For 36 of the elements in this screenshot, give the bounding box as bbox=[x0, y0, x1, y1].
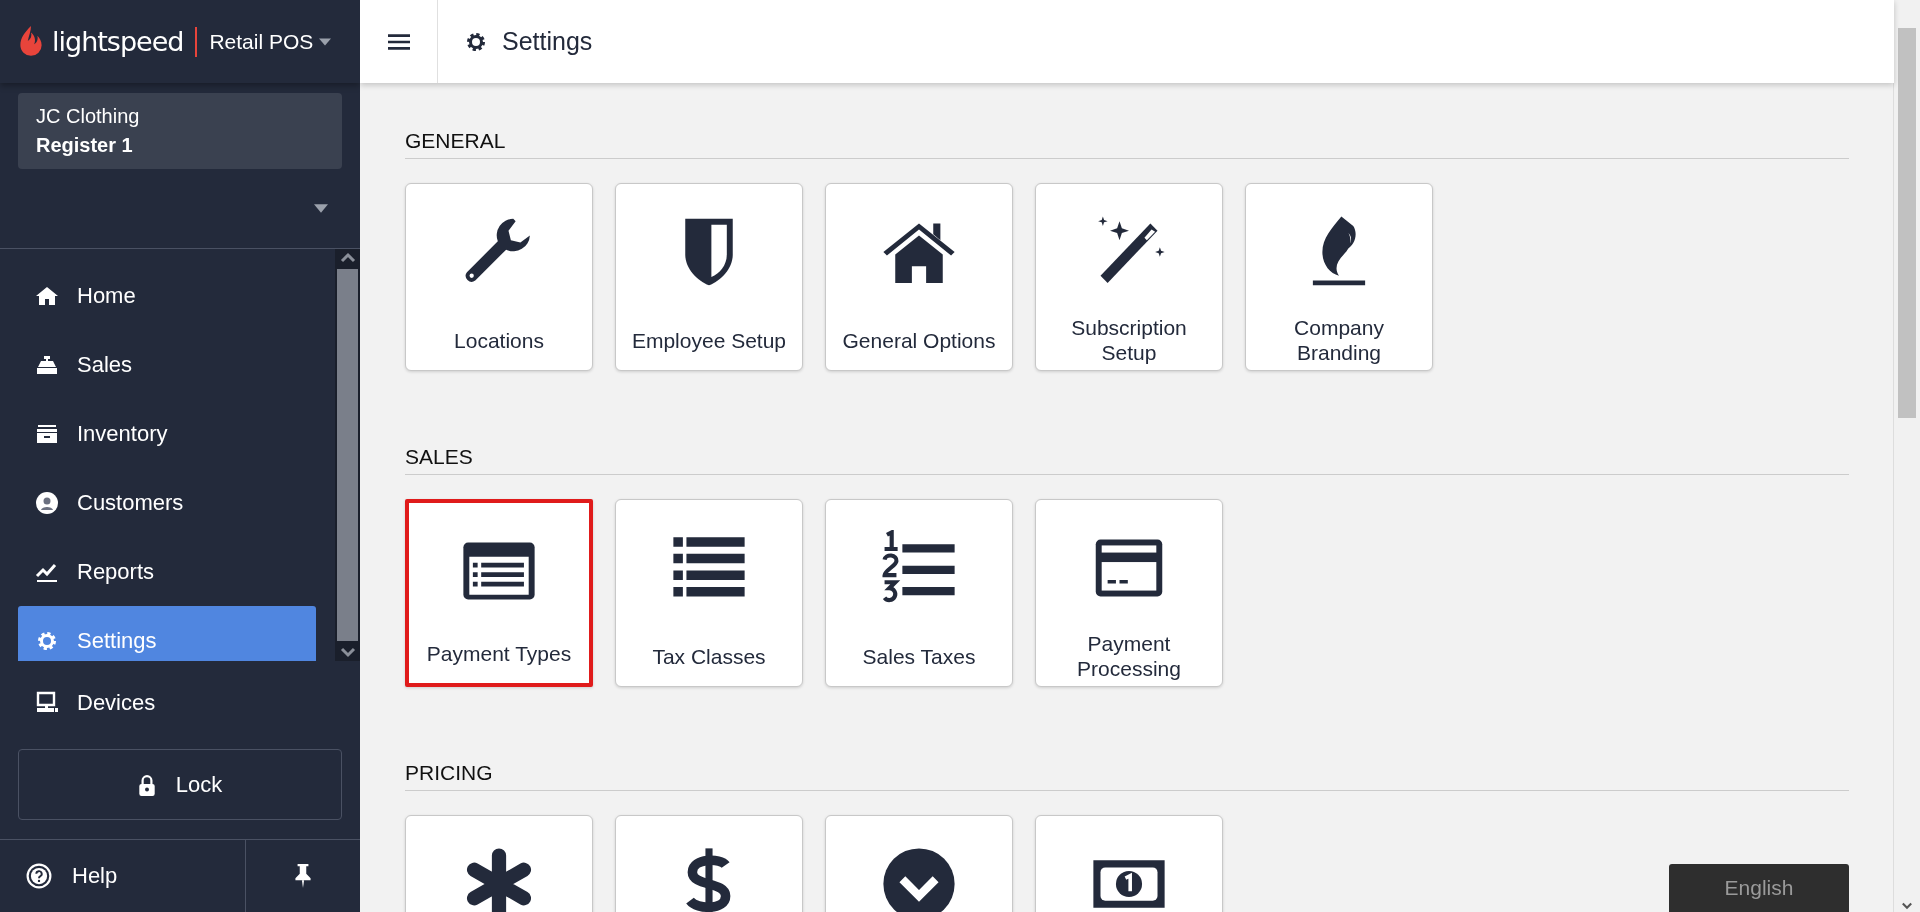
settings-tile[interactable]: Locations bbox=[405, 183, 593, 371]
language-button[interactable]: English bbox=[1669, 864, 1849, 912]
settings-tile[interactable]: General Options bbox=[825, 183, 1013, 371]
nav-item[interactable]: Sales bbox=[18, 330, 316, 399]
nav-item[interactable]: Settings bbox=[18, 606, 316, 661]
settings-tile[interactable]: Subscription Setup bbox=[1035, 183, 1223, 371]
settings-tile[interactable]: Company Branding bbox=[1245, 183, 1433, 371]
lock-button[interactable]: Lock bbox=[18, 749, 342, 820]
padlock-icon bbox=[137, 773, 156, 796]
logo-wordmark: lightspeed bbox=[52, 26, 184, 57]
section-heading: GENERAL bbox=[405, 129, 1849, 159]
user-circle-icon bbox=[35, 490, 59, 515]
nav-item[interactable]: Reports bbox=[18, 537, 316, 606]
help-button[interactable]: Help bbox=[0, 840, 246, 912]
settings-tile[interactable]: Payment Types bbox=[405, 499, 593, 687]
caret-icon[interactable] bbox=[314, 204, 328, 213]
scrollbar[interactable] bbox=[335, 249, 360, 661]
help-icon bbox=[26, 863, 52, 889]
settings-tile[interactable]: Employee Setup bbox=[615, 183, 803, 371]
menu-icon bbox=[387, 32, 410, 51]
register-name: Register 1 bbox=[36, 134, 134, 157]
settings-tile[interactable]: Payment Processing bbox=[1035, 499, 1223, 687]
nav-item[interactable]: Devices bbox=[18, 668, 316, 737]
nav-item[interactable]: Customers bbox=[18, 468, 316, 537]
store-name: JC Clothing bbox=[36, 105, 141, 128]
section-heading: SALES bbox=[405, 445, 1849, 475]
caret-icon bbox=[319, 37, 332, 46]
flame-logo-icon bbox=[18, 24, 44, 59]
page-title: Settings bbox=[502, 27, 593, 56]
computer-icon bbox=[35, 690, 59, 715]
section-heading: PRICING bbox=[405, 761, 1849, 791]
nav-item[interactable]: Inventory bbox=[18, 399, 316, 468]
product-dropdown[interactable]: Retail POS bbox=[209, 29, 332, 54]
settings-tile[interactable]: Tax Classes bbox=[615, 499, 803, 687]
nav-item[interactable]: Home bbox=[18, 261, 316, 330]
settings-tile[interactable]: Sales Taxes bbox=[825, 499, 1013, 687]
